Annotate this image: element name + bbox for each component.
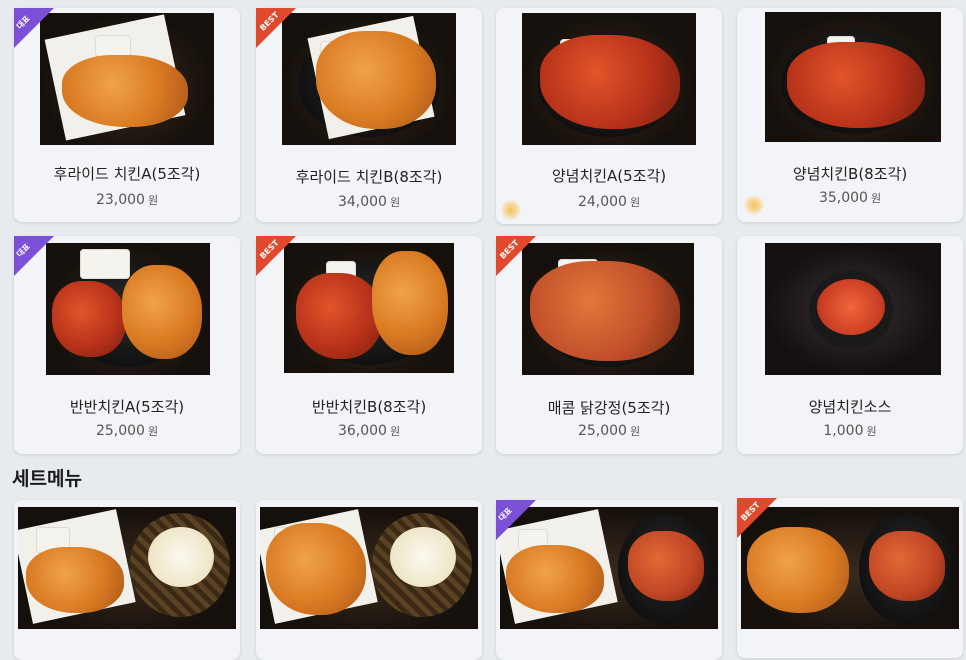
set-photo xyxy=(260,507,478,629)
menu-name: 반반치킨A(5조각) xyxy=(69,398,185,416)
best-badge: BEST xyxy=(496,236,536,276)
menu-photo xyxy=(765,243,941,375)
rep-badge: 대표 xyxy=(14,236,54,276)
menu-photo xyxy=(40,13,214,145)
menu-card-sauce[interactable]: 양념치킨소스 1,000 원 xyxy=(737,236,963,454)
menu-price: 1,000 원 xyxy=(823,423,877,439)
light-reflection xyxy=(501,200,521,220)
menu-name: 반반치킨B(8조각) xyxy=(311,398,427,416)
menu-card-fried-a[interactable]: 대표 후라이드 치킨A(5조각) 23,000 원 xyxy=(14,8,240,222)
menu-card-banban-a[interactable]: 대표 반반치킨A(5조각) 25,000 원 xyxy=(14,236,240,454)
menu-card-banban-b[interactable]: BEST 반반치킨B(8조각) 36,000 원 xyxy=(256,236,482,454)
menu-photo xyxy=(522,13,696,145)
best-badge: BEST xyxy=(256,8,296,48)
menu-price: 23,000 원 xyxy=(95,192,159,208)
best-badge: BEST xyxy=(256,236,296,276)
menu-price: 35,000 원 xyxy=(818,190,882,206)
rep-badge: 대표 xyxy=(496,500,536,540)
menu-card-fried-b[interactable]: BEST 후라이드 치킨B(8조각) 34,000 원 xyxy=(256,8,482,222)
menu-photo xyxy=(522,243,694,375)
menu-name: 양념치킨A(5조각) xyxy=(551,167,667,185)
menu-card-gangjeong[interactable]: BEST 매콤 닭강정(5조각) 25,000 원 xyxy=(496,236,722,454)
set-card-2[interactable] xyxy=(256,500,482,660)
menu-photo xyxy=(46,243,210,375)
best-badge: BEST xyxy=(737,498,777,538)
menu-price: 36,000 원 xyxy=(337,423,401,439)
menu-photo xyxy=(282,13,456,145)
menu-card-yangnyeom-b[interactable]: 양념치킨B(8조각) 35,000 원 xyxy=(737,8,963,222)
light-reflection xyxy=(744,195,764,215)
menu-price: 25,000 원 xyxy=(577,423,641,439)
menu-price: 25,000 원 xyxy=(95,423,159,439)
rep-badge: 대표 xyxy=(14,8,54,48)
menu-photo xyxy=(765,12,941,142)
menu-name: 양념치킨B(8조각) xyxy=(792,165,908,183)
menu-name: 후라이드 치킨B(8조각) xyxy=(295,168,443,186)
set-card-1[interactable] xyxy=(14,500,240,660)
set-card-4[interactable]: BEST xyxy=(737,498,963,658)
set-photo xyxy=(18,507,236,629)
set-card-3[interactable]: 대표 xyxy=(496,500,722,660)
menu-name: 양념치킨소스 xyxy=(808,398,892,416)
menu-price: 34,000 원 xyxy=(337,194,401,210)
menu-card-yangnyeom-a[interactable]: 양념치킨A(5조각) 24,000 원 xyxy=(496,8,722,224)
menu-photo xyxy=(284,243,454,373)
menu-price: 24,000 원 xyxy=(577,194,641,210)
menu-name: 매콤 닭강정(5조각) xyxy=(547,399,671,417)
section-title-set-menu: 세트메뉴 xyxy=(12,468,82,490)
menu-name: 후라이드 치킨A(5조각) xyxy=(53,165,201,183)
